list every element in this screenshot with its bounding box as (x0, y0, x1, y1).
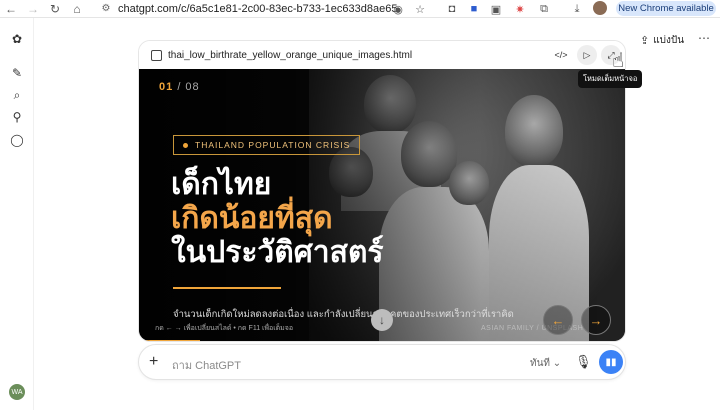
back-icon[interactable]: ← (0, 0, 22, 18)
camera-icon[interactable]: ◘ (444, 1, 460, 17)
url-text: chatgpt.com/c/6a5c1e81-2c00-83ec-b733-1e… (118, 2, 398, 15)
hand-cursor-icon: ☝ (612, 50, 625, 72)
star-icon[interactable]: ☆ (412, 1, 428, 17)
chat-bubble-icon[interactable]: ◯ (8, 131, 26, 149)
download-icon[interactable]: ⤓ (569, 1, 585, 17)
message-input[interactable]: ถาม ChatGPT (172, 356, 241, 374)
share-button[interactable]: ⇪ แบ่งปัน (640, 32, 684, 48)
play-button[interactable]: ▷ (577, 45, 597, 65)
microphone-icon[interactable]: 🎙 (575, 354, 592, 370)
artifact-panel: thai_low_birthrate_yellow_orange_unique_… (138, 40, 626, 342)
code-view-button[interactable]: </> (551, 45, 571, 65)
slide-current: 01 (159, 81, 174, 93)
slide-total: / 08 (177, 81, 200, 93)
next-slide-button[interactable]: → (581, 305, 611, 335)
file-icon (151, 49, 162, 61)
share-label: แบ่งปัน (653, 34, 685, 46)
prev-slide-button[interactable]: ← (543, 305, 573, 335)
extension-icon[interactable]: ■ (466, 1, 482, 17)
slide-subtitle: จำนวนเด็กเกิดใหม่ลดลงต่อเนื่อง และกำลังเ… (173, 309, 514, 320)
extension-icon[interactable]: ✷ (512, 1, 528, 17)
accent-divider (173, 287, 281, 289)
sidebar: ✿ ✎ ⌕ ⚲ ◯ WA (0, 18, 34, 410)
slide-progress-bar (139, 340, 200, 341)
extension-icon[interactable]: ▣ (488, 1, 504, 17)
chatgpt-logo-icon[interactable]: ✿ (8, 30, 26, 48)
voice-mode-button[interactable]: ▮▮ (599, 350, 623, 374)
slide-title-line1: เด็กไทย (171, 168, 272, 201)
profile-avatar[interactable] (593, 1, 607, 15)
topic-badge: THAILAND POPULATION CRISIS (173, 135, 361, 155)
extensions-puzzle-icon[interactable]: ⧉ (536, 1, 552, 17)
forward-icon[interactable]: → (22, 0, 44, 18)
address-bar[interactable]: ⚙ chatgpt.com/c/6a5c1e81-2c00-83ec-b733-… (100, 1, 430, 16)
reload-icon[interactable]: ↻ (44, 0, 66, 18)
badge-dot (183, 142, 188, 148)
share-icon: ⇪ (640, 34, 650, 47)
chat-composer[interactable]: + ถาม ChatGPT ทันที ⌄ 🎙 ▮▮ (138, 344, 626, 380)
keyboard-hint: กด ← → เพื่อเปลี่ยนสไลด์ • กด F11 เพื่อเ… (155, 325, 294, 332)
pin-icon[interactable]: ⚲ (8, 108, 26, 126)
slide-title-line3: ในประวัติศาสตร์ (171, 236, 384, 269)
slide: 01 / 08 THAILAND POPULATION CRISIS เด็กไ… (139, 69, 625, 341)
more-options-button[interactable]: ⋯ (698, 31, 710, 45)
site-settings-icon[interactable]: ⚙ (100, 3, 112, 15)
search-icon[interactable]: ⌕ (8, 86, 26, 104)
update-chrome-button[interactable]: New Chrome available (616, 1, 716, 16)
fullscreen-tooltip: โหมดเต็มหน้าจอ (578, 70, 643, 88)
new-chat-icon[interactable]: ✎ (8, 64, 26, 82)
home-icon[interactable]: ⌂ (66, 0, 88, 18)
model-selector[interactable]: ทันที ⌄ (530, 356, 561, 371)
badge-label: THAILAND POPULATION CRISIS (195, 140, 351, 150)
add-attachment-icon[interactable]: + (149, 353, 158, 371)
scroll-down-icon[interactable]: ↓ (371, 309, 393, 331)
artifact-filename: thai_low_birthrate_yellow_orange_unique_… (168, 49, 413, 61)
cast-icon[interactable]: ◉ (390, 1, 406, 17)
slide-title-line2: เกิดน้อยที่สุด (171, 202, 333, 235)
user-avatar[interactable]: WA (9, 384, 25, 400)
slide-counter: 01 / 08 (159, 81, 200, 93)
